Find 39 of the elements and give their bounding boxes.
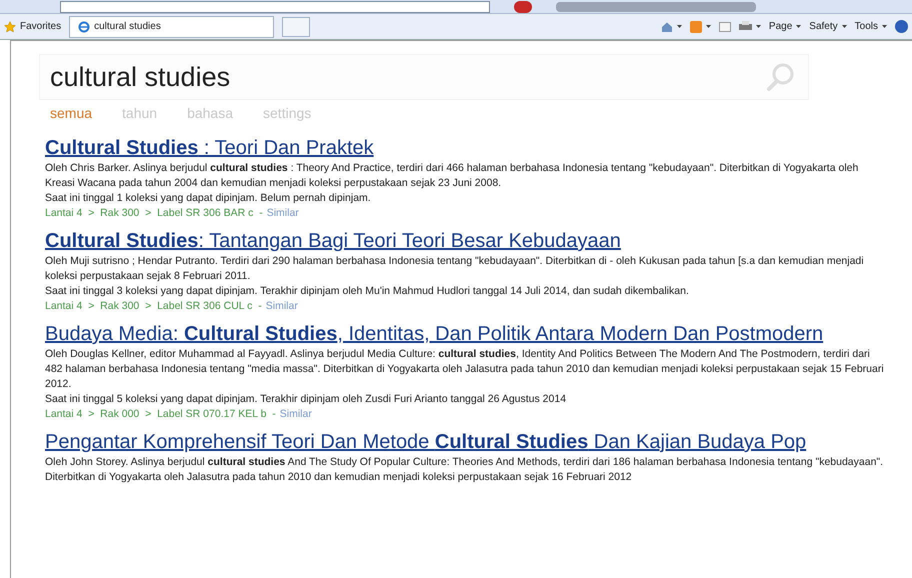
home-button[interactable]	[660, 20, 682, 32]
help-icon[interactable]	[895, 20, 908, 33]
shelf-location: Lantai 4 > Rak 300 > Label SR 306 CUL c -	[45, 299, 262, 314]
caret-icon	[676, 25, 682, 28]
browser-tab[interactable]: cultural studies	[69, 16, 274, 38]
result-title-link[interactable]: Pengantar Komprehensif Teori Dan Metode Cultural Studies Dan Kajian Budaya Pop	[45, 431, 887, 453]
command-menu[interactable]: Tools	[854, 19, 887, 34]
availability-text: Saat ini tinggal 1 koleksi yang dapat dipinjam. Belum pernah dipinjam.	[45, 191, 372, 206]
favorites-button[interactable]: Favorites	[4, 19, 62, 34]
home-icon	[660, 20, 673, 32]
caret-icon	[756, 25, 761, 28]
address-field[interactable]	[60, 0, 490, 12]
result-description: Oleh Douglas Kellner, editor Muhammad al Fayyadl. Aslinya berjudul Media Culture: cultural studies, Identity And Politics Between The Modern And The Postmodern, terdiri dari 482 halaman berbahasa Indonesia tentang "media massa". Diterbitkan di Yogyakarta oleh Jalasutra pada tahun 2010 dan kemudian menjadi koleksi perpustakaan sejak 15 Februari 2012.	[45, 347, 885, 392]
rss-icon	[690, 20, 702, 32]
caret-icon	[842, 25, 847, 28]
command-menu[interactable]: Safety	[809, 19, 847, 34]
result-description: Oleh Chris Barker. Aslinya berjudul cultural studies : Theory And Practice, terdiri dari 466 halaman berbahasa Indonesia tentang "kebudayaan". Diterbitkan di Yogyakarta oleh Kreasi Wacana pada tahun 2004 dan kemudian menjadi koleksi perpustakaan sejak 23 Juni 2008.	[45, 161, 860, 191]
printer-icon	[738, 21, 752, 32]
search-field[interactable]	[556, 2, 756, 12]
result-title-link[interactable]: Cultural Studies: Tantangan Bagi Teori Teori Besar Kebudayaan	[45, 230, 887, 252]
availability-text: Saat ini tinggal 3 koleksi yang dapat dipinjam. Terakhir dipinjam oleh Mu'in Mahmud Hudlori tanggal 14 Juli 2014, dan sudah dikembalikan.	[45, 284, 690, 299]
stop-icon[interactable]	[514, 0, 532, 12]
caret-icon	[796, 25, 802, 28]
search-field[interactable]: cultural studies	[39, 54, 809, 100]
print-button[interactable]	[738, 21, 761, 32]
availability-text: Saat ini tinggal 5 koleksi yang dapat dipinjam. Terakhir dipinjam oleh Zusdi Furi Arianto tanggal 26 Agustus 2014	[45, 392, 568, 407]
browser-logo-icon	[78, 20, 90, 32]
command-menu[interactable]: Page	[768, 19, 802, 34]
result-description: Oleh John Storey. Aslinya berjudul cultural studies And The Study Of Popular Culture: Theories And Methods, terdiri dari 186 halaman berbahasa Indonesia tentang "kebudayaan". Diterbitkan di Yogyakarta oleh Jalasutra pada tahun 2010 dan kemudian menjadi koleksi perpustakaan sejak 16 Februari 2012	[45, 455, 884, 485]
result-description: Oleh Muji sutrisno ; Hendar Putranto. Terdiri dari 290 halaman berbahasa Indonesia tentang "kebudayaan". Diterbitkan di - oleh Kukusan pada tahun [s.a dan kemudian menjadi koleksi perpustakaan sejak 8 Februari 2011.	[45, 254, 865, 284]
shelf-location: Lantai 4 > Rak 000 > Label SR 070.17 KEL b -	[45, 407, 276, 422]
caret-icon	[706, 25, 711, 28]
result-title-link[interactable]: Cultural Studies : Teori Dan Praktek	[45, 137, 887, 159]
caret-icon	[882, 25, 887, 28]
feeds-button[interactable]	[690, 20, 711, 32]
star-icon	[4, 20, 16, 32]
shelf-location: Lantai 4 > Rak 300 > Label SR 306 BAR c -	[45, 206, 263, 221]
mail-icon[interactable]	[718, 22, 731, 32]
result-title-link[interactable]: Budaya Media: Cultural Studies, Identitas, Dan Politik Antara Modern Dan Postmodern	[45, 323, 887, 345]
